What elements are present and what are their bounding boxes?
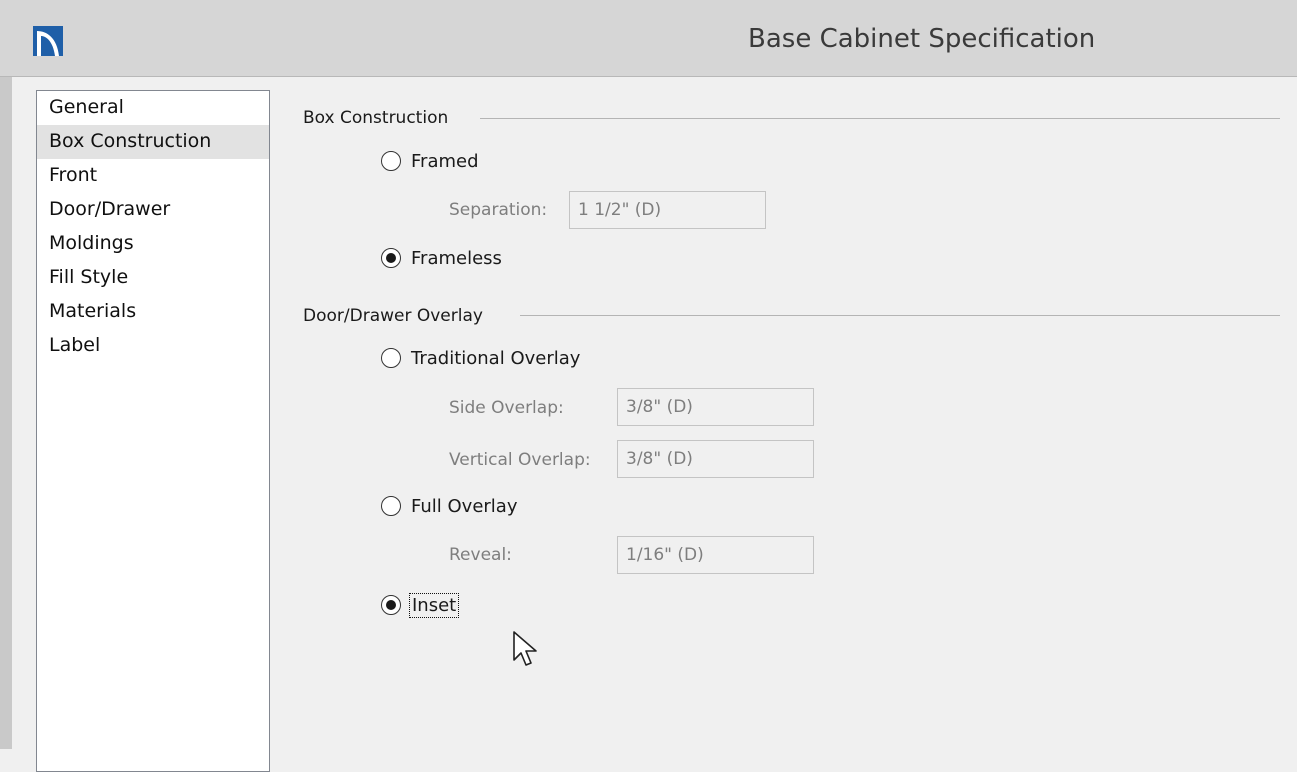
inset-label[interactable]: Inset bbox=[408, 592, 460, 618]
title-bar[interactable]: Base Cabinet Specification bbox=[0, 0, 1297, 77]
vertical-overlap-field[interactable]: 3/8" (D) bbox=[617, 440, 814, 478]
frameless-radio-option[interactable]: Frameless bbox=[381, 244, 502, 272]
frameless-label[interactable]: Frameless bbox=[411, 248, 502, 269]
window-left-frame bbox=[0, 0, 12, 749]
side-overlap-field[interactable]: 3/8" (D) bbox=[617, 388, 814, 426]
category-list[interactable]: General Box Construction Front Door/Draw… bbox=[36, 90, 270, 772]
mouse-pointer-icon bbox=[513, 631, 537, 666]
sidebar-item-door-drawer[interactable]: Door/Drawer bbox=[37, 193, 269, 227]
full-overlay-radio-option[interactable]: Full Overlay bbox=[381, 492, 517, 520]
sidebar-item-materials[interactable]: Materials bbox=[37, 295, 269, 329]
inset-radio[interactable] bbox=[381, 595, 401, 615]
door-drawer-overlay-group-label: Door/Drawer Overlay bbox=[303, 306, 495, 326]
sidebar-item-box-construction[interactable]: Box Construction bbox=[37, 125, 269, 159]
sidebar-item-label[interactable]: Label bbox=[37, 329, 269, 363]
reveal-field[interactable]: 1/16" (D) bbox=[617, 536, 814, 574]
traditional-overlay-radio[interactable] bbox=[381, 348, 401, 368]
traditional-overlay-label[interactable]: Traditional Overlay bbox=[411, 348, 580, 369]
reveal-label: Reveal: bbox=[449, 545, 512, 565]
chief-architect-app-icon bbox=[33, 26, 63, 56]
frameless-radio[interactable] bbox=[381, 248, 401, 268]
full-overlay-label[interactable]: Full Overlay bbox=[411, 496, 517, 517]
framed-radio-option[interactable]: Framed bbox=[381, 147, 479, 175]
sidebar-item-fill-style[interactable]: Fill Style bbox=[37, 261, 269, 295]
sidebar-item-moldings[interactable]: Moldings bbox=[37, 227, 269, 261]
group-divider bbox=[480, 118, 1280, 119]
separation-field[interactable]: 1 1/2" (D) bbox=[569, 191, 766, 229]
group-divider bbox=[520, 315, 1280, 316]
box-construction-group-label: Box Construction bbox=[303, 108, 461, 128]
inset-radio-option[interactable]: Inset bbox=[381, 591, 460, 619]
framed-label[interactable]: Framed bbox=[411, 151, 479, 172]
full-overlay-radio[interactable] bbox=[381, 496, 401, 516]
framed-radio[interactable] bbox=[381, 151, 401, 171]
separation-label: Separation: bbox=[449, 200, 548, 220]
sidebar-item-general[interactable]: General bbox=[37, 91, 269, 125]
window-title: Base Cabinet Specification bbox=[748, 24, 1096, 54]
vertical-overlap-label: Vertical Overlap: bbox=[449, 450, 591, 470]
sidebar-item-front[interactable]: Front bbox=[37, 159, 269, 193]
traditional-overlay-radio-option[interactable]: Traditional Overlay bbox=[381, 344, 580, 372]
side-overlap-label: Side Overlap: bbox=[449, 398, 564, 418]
